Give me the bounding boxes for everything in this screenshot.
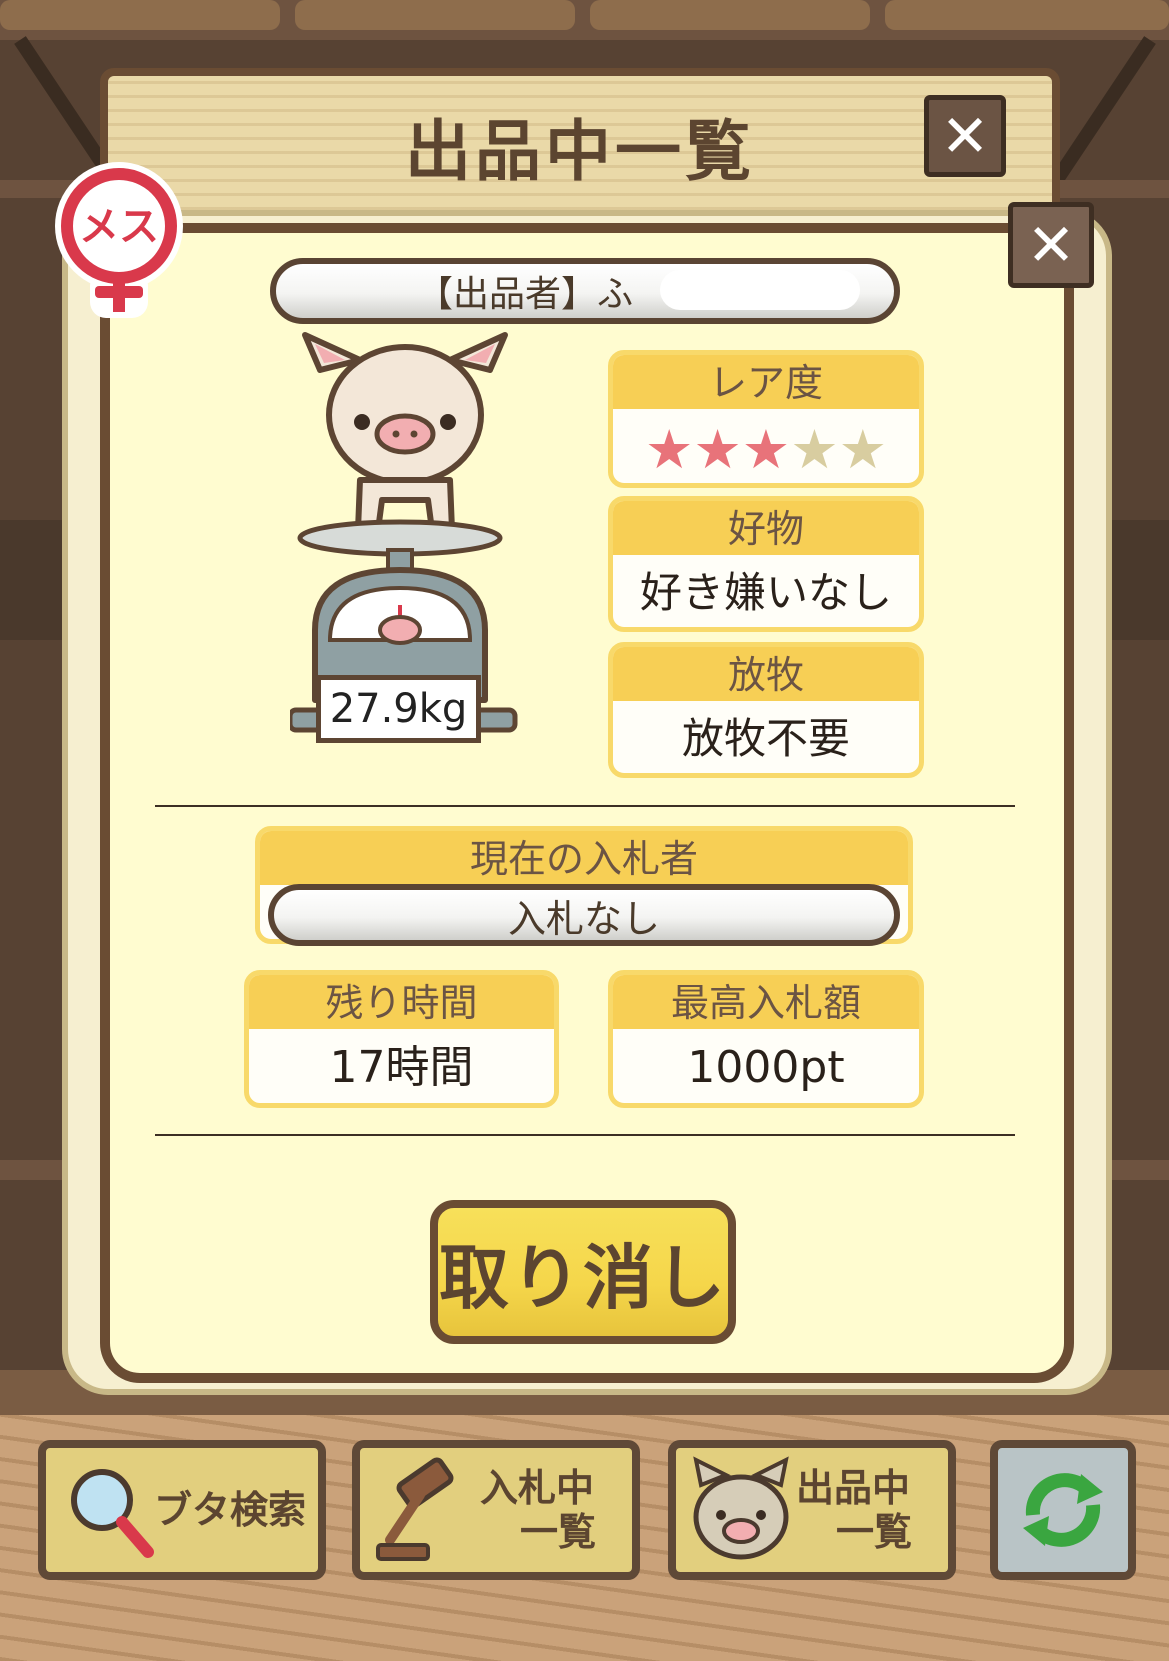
- dialog-close-button[interactable]: ✕: [1008, 202, 1094, 288]
- time-left-label: 残り時間: [249, 975, 554, 1029]
- listing-label-1: 出品中: [796, 1466, 911, 1510]
- star-filled-icon: ★: [644, 418, 694, 481]
- bidder-label: 現在の入札者: [260, 831, 908, 885]
- bidder-value: 入札なし: [268, 884, 900, 946]
- max-bid-value: 1000pt: [687, 1042, 845, 1093]
- close-icon: ✕: [940, 102, 990, 170]
- time-left-value: 17時間: [329, 1042, 474, 1093]
- bidding-label-1: 入札中: [480, 1466, 595, 1510]
- header-board: 出品中一覧: [100, 68, 1060, 218]
- pig-search-button[interactable]: ブタ検索: [38, 1440, 326, 1580]
- favorite-value: 好き嫌いなし: [639, 568, 892, 617]
- favorite-box: 好物 好き嫌いなし: [608, 496, 924, 632]
- gavel-icon: [376, 1457, 454, 1561]
- rarity-stars: ★★★★★: [613, 409, 919, 478]
- header-close-button[interactable]: ✕: [924, 95, 1006, 177]
- star-empty-icon: ★: [838, 418, 888, 481]
- refresh-button[interactable]: [990, 1440, 1136, 1580]
- max-bid-label: 最高入札額: [613, 975, 919, 1029]
- bidding-list-button[interactable]: 入札中 一覧: [352, 1440, 640, 1580]
- bidding-label-2: 一覧: [520, 1510, 597, 1554]
- grazing-value: 放牧不要: [681, 714, 850, 763]
- weight-display: 27.9kg: [316, 675, 481, 743]
- pig-search-label: ブタ検索: [154, 1488, 307, 1532]
- max-bid-box: 最高入札額 1000pt: [608, 970, 924, 1108]
- rarity-label: レア度: [613, 355, 919, 409]
- pig-face-icon: [693, 1456, 789, 1560]
- listing-label-2: 一覧: [836, 1510, 913, 1554]
- refresh-icon: [1023, 1473, 1103, 1547]
- seller-label: 【出品者】ふ: [416, 274, 633, 315]
- time-left-box: 残り時間 17時間: [244, 970, 559, 1108]
- star-filled-icon: ★: [693, 418, 742, 481]
- redacted-mask: [660, 270, 860, 310]
- favorite-label: 好物: [613, 501, 919, 555]
- page-title: 出品中一覧: [405, 113, 755, 190]
- female-badge-icon: メス: [55, 162, 183, 318]
- star-filled-icon: ★: [741, 418, 791, 481]
- divider: [155, 805, 1015, 807]
- cancel-listing-button[interactable]: 取り消し: [430, 1200, 736, 1344]
- star-empty-icon: ★: [790, 418, 839, 481]
- close-icon: ✕: [1026, 211, 1076, 279]
- rarity-box: レア度 ★★★★★: [608, 350, 924, 488]
- divider: [155, 1134, 1015, 1136]
- gender-label: メス: [79, 204, 159, 250]
- magnifier-icon: [71, 1469, 154, 1558]
- grazing-label: 放牧: [613, 647, 919, 701]
- grazing-box: 放牧 放牧不要: [608, 642, 924, 778]
- listing-list-button[interactable]: 出品中 一覧: [668, 1440, 956, 1580]
